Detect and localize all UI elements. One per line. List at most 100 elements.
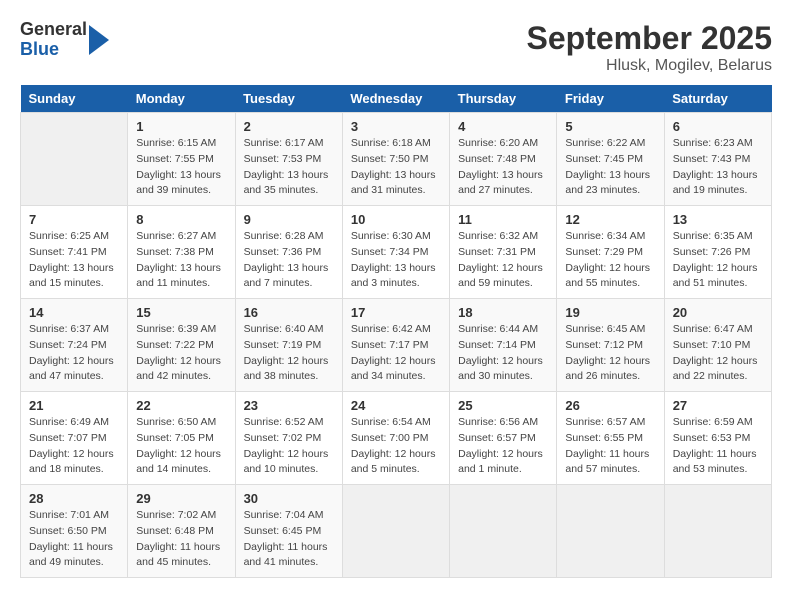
day-number: 24: [351, 398, 441, 413]
calendar-cell: 22Sunrise: 6:50 AMSunset: 7:05 PMDayligh…: [128, 392, 235, 485]
calendar-cell: 27 Sunrise: 6:59 AMSunset: 6:53 PMDayligh…: [664, 392, 771, 485]
day-info: Sunrise: 6:35 AMSunset: 7:26 PMDaylight:…: [673, 229, 763, 292]
column-header-wednesday: Wednesday: [342, 85, 449, 113]
day-info: Sunrise: 6:54 AMSunset: 7:00 PMDaylight:…: [351, 415, 441, 478]
day-number: 18: [458, 305, 548, 320]
day-number: 13: [673, 212, 763, 227]
day-number: 19: [565, 305, 655, 320]
calendar-cell: 1 Sunrise: 6:15 AMSunset: 7:55 PMDaylight…: [128, 113, 235, 206]
day-info: Sunrise: 6:18 AMSunset: 7:50 PMDaylight:…: [351, 136, 441, 199]
day-info: Sunrise: 6:17 AMSunset: 7:53 PMDaylight:…: [244, 136, 334, 199]
calendar-cell: 9Sunrise: 6:28 AMSunset: 7:36 PMDaylight…: [235, 206, 342, 299]
calendar-cell: 6 Sunrise: 6:23 AMSunset: 7:43 PMDaylight…: [664, 113, 771, 206]
day-info: Sunrise: 6:50 AMSunset: 7:05 PMDaylight:…: [136, 415, 226, 478]
day-info: Sunrise: 7:01 AMSunset: 6:50 PMDaylight:…: [29, 508, 119, 571]
calendar-cell: 11 Sunrise: 6:32 AMSunset: 7:31 PMDayligh…: [450, 206, 557, 299]
day-number: 1: [136, 119, 226, 134]
day-info: Sunrise: 6:49 AMSunset: 7:07 PMDaylight:…: [29, 415, 119, 478]
calendar-header: SundayMondayTuesdayWednesdayThursdayFrid…: [21, 85, 772, 113]
calendar-cell: 13 Sunrise: 6:35 AMSunset: 7:26 PMDayligh…: [664, 206, 771, 299]
day-number: 17: [351, 305, 441, 320]
calendar-cell: 16Sunrise: 6:40 AMSunset: 7:19 PMDayligh…: [235, 299, 342, 392]
day-number: 21: [29, 398, 119, 413]
calendar-cell: 3 Sunrise: 6:18 AMSunset: 7:50 PMDaylight…: [342, 113, 449, 206]
day-number: 12: [565, 212, 655, 227]
calendar-cell: 24 Sunrise: 6:54 AMSunset: 7:00 PMDayligh…: [342, 392, 449, 485]
week-row: 7Sunrise: 6:25 AMSunset: 7:41 PMDaylight…: [21, 206, 772, 299]
day-info: Sunrise: 6:32 AMSunset: 7:31 PMDaylight:…: [458, 229, 548, 292]
column-header-sunday: Sunday: [21, 85, 128, 113]
day-info: Sunrise: 6:23 AMSunset: 7:43 PMDaylight:…: [673, 136, 763, 199]
day-number: 5: [565, 119, 655, 134]
calendar-body: 1 Sunrise: 6:15 AMSunset: 7:55 PMDaylight…: [21, 113, 772, 578]
day-info: Sunrise: 6:42 AMSunset: 7:17 PMDaylight:…: [351, 322, 441, 385]
day-info: Sunrise: 6:47 AMSunset: 7:10 PMDaylight:…: [673, 322, 763, 385]
calendar-cell: 21 Sunrise: 6:49 AMSunset: 7:07 PMDayligh…: [21, 392, 128, 485]
day-info: Sunrise: 6:20 AMSunset: 7:48 PMDaylight:…: [458, 136, 548, 199]
calendar-cell: 28 Sunrise: 7:01 AMSunset: 6:50 PMDayligh…: [21, 485, 128, 578]
week-row: 28 Sunrise: 7:01 AMSunset: 6:50 PMDayligh…: [21, 485, 772, 578]
day-number: 15: [136, 305, 226, 320]
calendar-cell: 25 Sunrise: 6:56 AMSunset: 6:57 PMDayligh…: [450, 392, 557, 485]
day-info: Sunrise: 6:59 AMSunset: 6:53 PMDaylight:…: [673, 415, 763, 478]
day-info: Sunrise: 6:40 AMSunset: 7:19 PMDaylight:…: [244, 322, 334, 385]
logo-general: General: [20, 20, 87, 40]
day-info: Sunrise: 7:02 AMSunset: 6:48 PMDaylight:…: [136, 508, 226, 571]
location-subtitle: Hlusk, Mogilev, Belarus: [527, 57, 772, 75]
week-row: 21 Sunrise: 6:49 AMSunset: 7:07 PMDayligh…: [21, 392, 772, 485]
calendar-cell: [450, 485, 557, 578]
day-info: Sunrise: 6:28 AMSunset: 7:36 PMDaylight:…: [244, 229, 334, 292]
calendar-cell: 7Sunrise: 6:25 AMSunset: 7:41 PMDaylight…: [21, 206, 128, 299]
day-info: Sunrise: 6:15 AMSunset: 7:55 PMDaylight:…: [136, 136, 226, 199]
week-row: 1 Sunrise: 6:15 AMSunset: 7:55 PMDaylight…: [21, 113, 772, 206]
day-info: Sunrise: 6:25 AMSunset: 7:41 PMDaylight:…: [29, 229, 119, 292]
day-info: Sunrise: 6:44 AMSunset: 7:14 PMDaylight:…: [458, 322, 548, 385]
day-number: 30: [244, 491, 334, 506]
calendar-table: SundayMondayTuesdayWednesdayThursdayFrid…: [20, 85, 772, 578]
day-number: 27: [673, 398, 763, 413]
day-info: Sunrise: 7:04 AMSunset: 6:45 PMDaylight:…: [244, 508, 334, 571]
day-number: 25: [458, 398, 548, 413]
day-number: 4: [458, 119, 548, 134]
day-number: 3: [351, 119, 441, 134]
calendar-cell: 5Sunrise: 6:22 AMSunset: 7:45 PMDaylight…: [557, 113, 664, 206]
calendar-cell: 15 Sunrise: 6:39 AMSunset: 7:22 PMDayligh…: [128, 299, 235, 392]
day-info: Sunrise: 6:52 AMSunset: 7:02 PMDaylight:…: [244, 415, 334, 478]
day-number: 11: [458, 212, 548, 227]
day-info: Sunrise: 6:30 AMSunset: 7:34 PMDaylight:…: [351, 229, 441, 292]
calendar-cell: 12Sunrise: 6:34 AMSunset: 7:29 PMDayligh…: [557, 206, 664, 299]
calendar-cell: 23 Sunrise: 6:52 AMSunset: 7:02 PMDayligh…: [235, 392, 342, 485]
day-info: Sunrise: 6:37 AMSunset: 7:24 PMDaylight:…: [29, 322, 119, 385]
day-number: 29: [136, 491, 226, 506]
column-header-saturday: Saturday: [664, 85, 771, 113]
calendar-cell: 10 Sunrise: 6:30 AMSunset: 7:34 PMDayligh…: [342, 206, 449, 299]
calendar-cell: [21, 113, 128, 206]
column-header-thursday: Thursday: [450, 85, 557, 113]
column-header-monday: Monday: [128, 85, 235, 113]
day-info: Sunrise: 6:39 AMSunset: 7:22 PMDaylight:…: [136, 322, 226, 385]
day-number: 8: [136, 212, 226, 227]
calendar-cell: 30 Sunrise: 7:04 AMSunset: 6:45 PMDayligh…: [235, 485, 342, 578]
day-number: 14: [29, 305, 119, 320]
column-header-tuesday: Tuesday: [235, 85, 342, 113]
day-number: 10: [351, 212, 441, 227]
calendar-cell: 20 Sunrise: 6:47 AMSunset: 7:10 PMDayligh…: [664, 299, 771, 392]
day-number: 23: [244, 398, 334, 413]
day-number: 2: [244, 119, 334, 134]
day-number: 20: [673, 305, 763, 320]
calendar-cell: 18 Sunrise: 6:44 AMSunset: 7:14 PMDayligh…: [450, 299, 557, 392]
day-number: 6: [673, 119, 763, 134]
day-number: 26: [565, 398, 655, 413]
calendar-cell: 14 Sunrise: 6:37 AMSunset: 7:24 PMDayligh…: [21, 299, 128, 392]
day-info: Sunrise: 6:57 AMSunset: 6:55 PMDaylight:…: [565, 415, 655, 478]
day-number: 28: [29, 491, 119, 506]
logo-icon: [89, 25, 109, 55]
calendar-cell: 26 Sunrise: 6:57 AMSunset: 6:55 PMDayligh…: [557, 392, 664, 485]
month-year-title: September 2025: [527, 20, 772, 57]
logo-text: General Blue: [20, 20, 87, 60]
calendar-cell: 17 Sunrise: 6:42 AMSunset: 7:17 PMDayligh…: [342, 299, 449, 392]
title-block: September 2025 Hlusk, Mogilev, Belarus: [527, 20, 772, 75]
day-info: Sunrise: 6:56 AMSunset: 6:57 PMDaylight:…: [458, 415, 548, 478]
calendar-cell: [557, 485, 664, 578]
calendar-cell: [664, 485, 771, 578]
